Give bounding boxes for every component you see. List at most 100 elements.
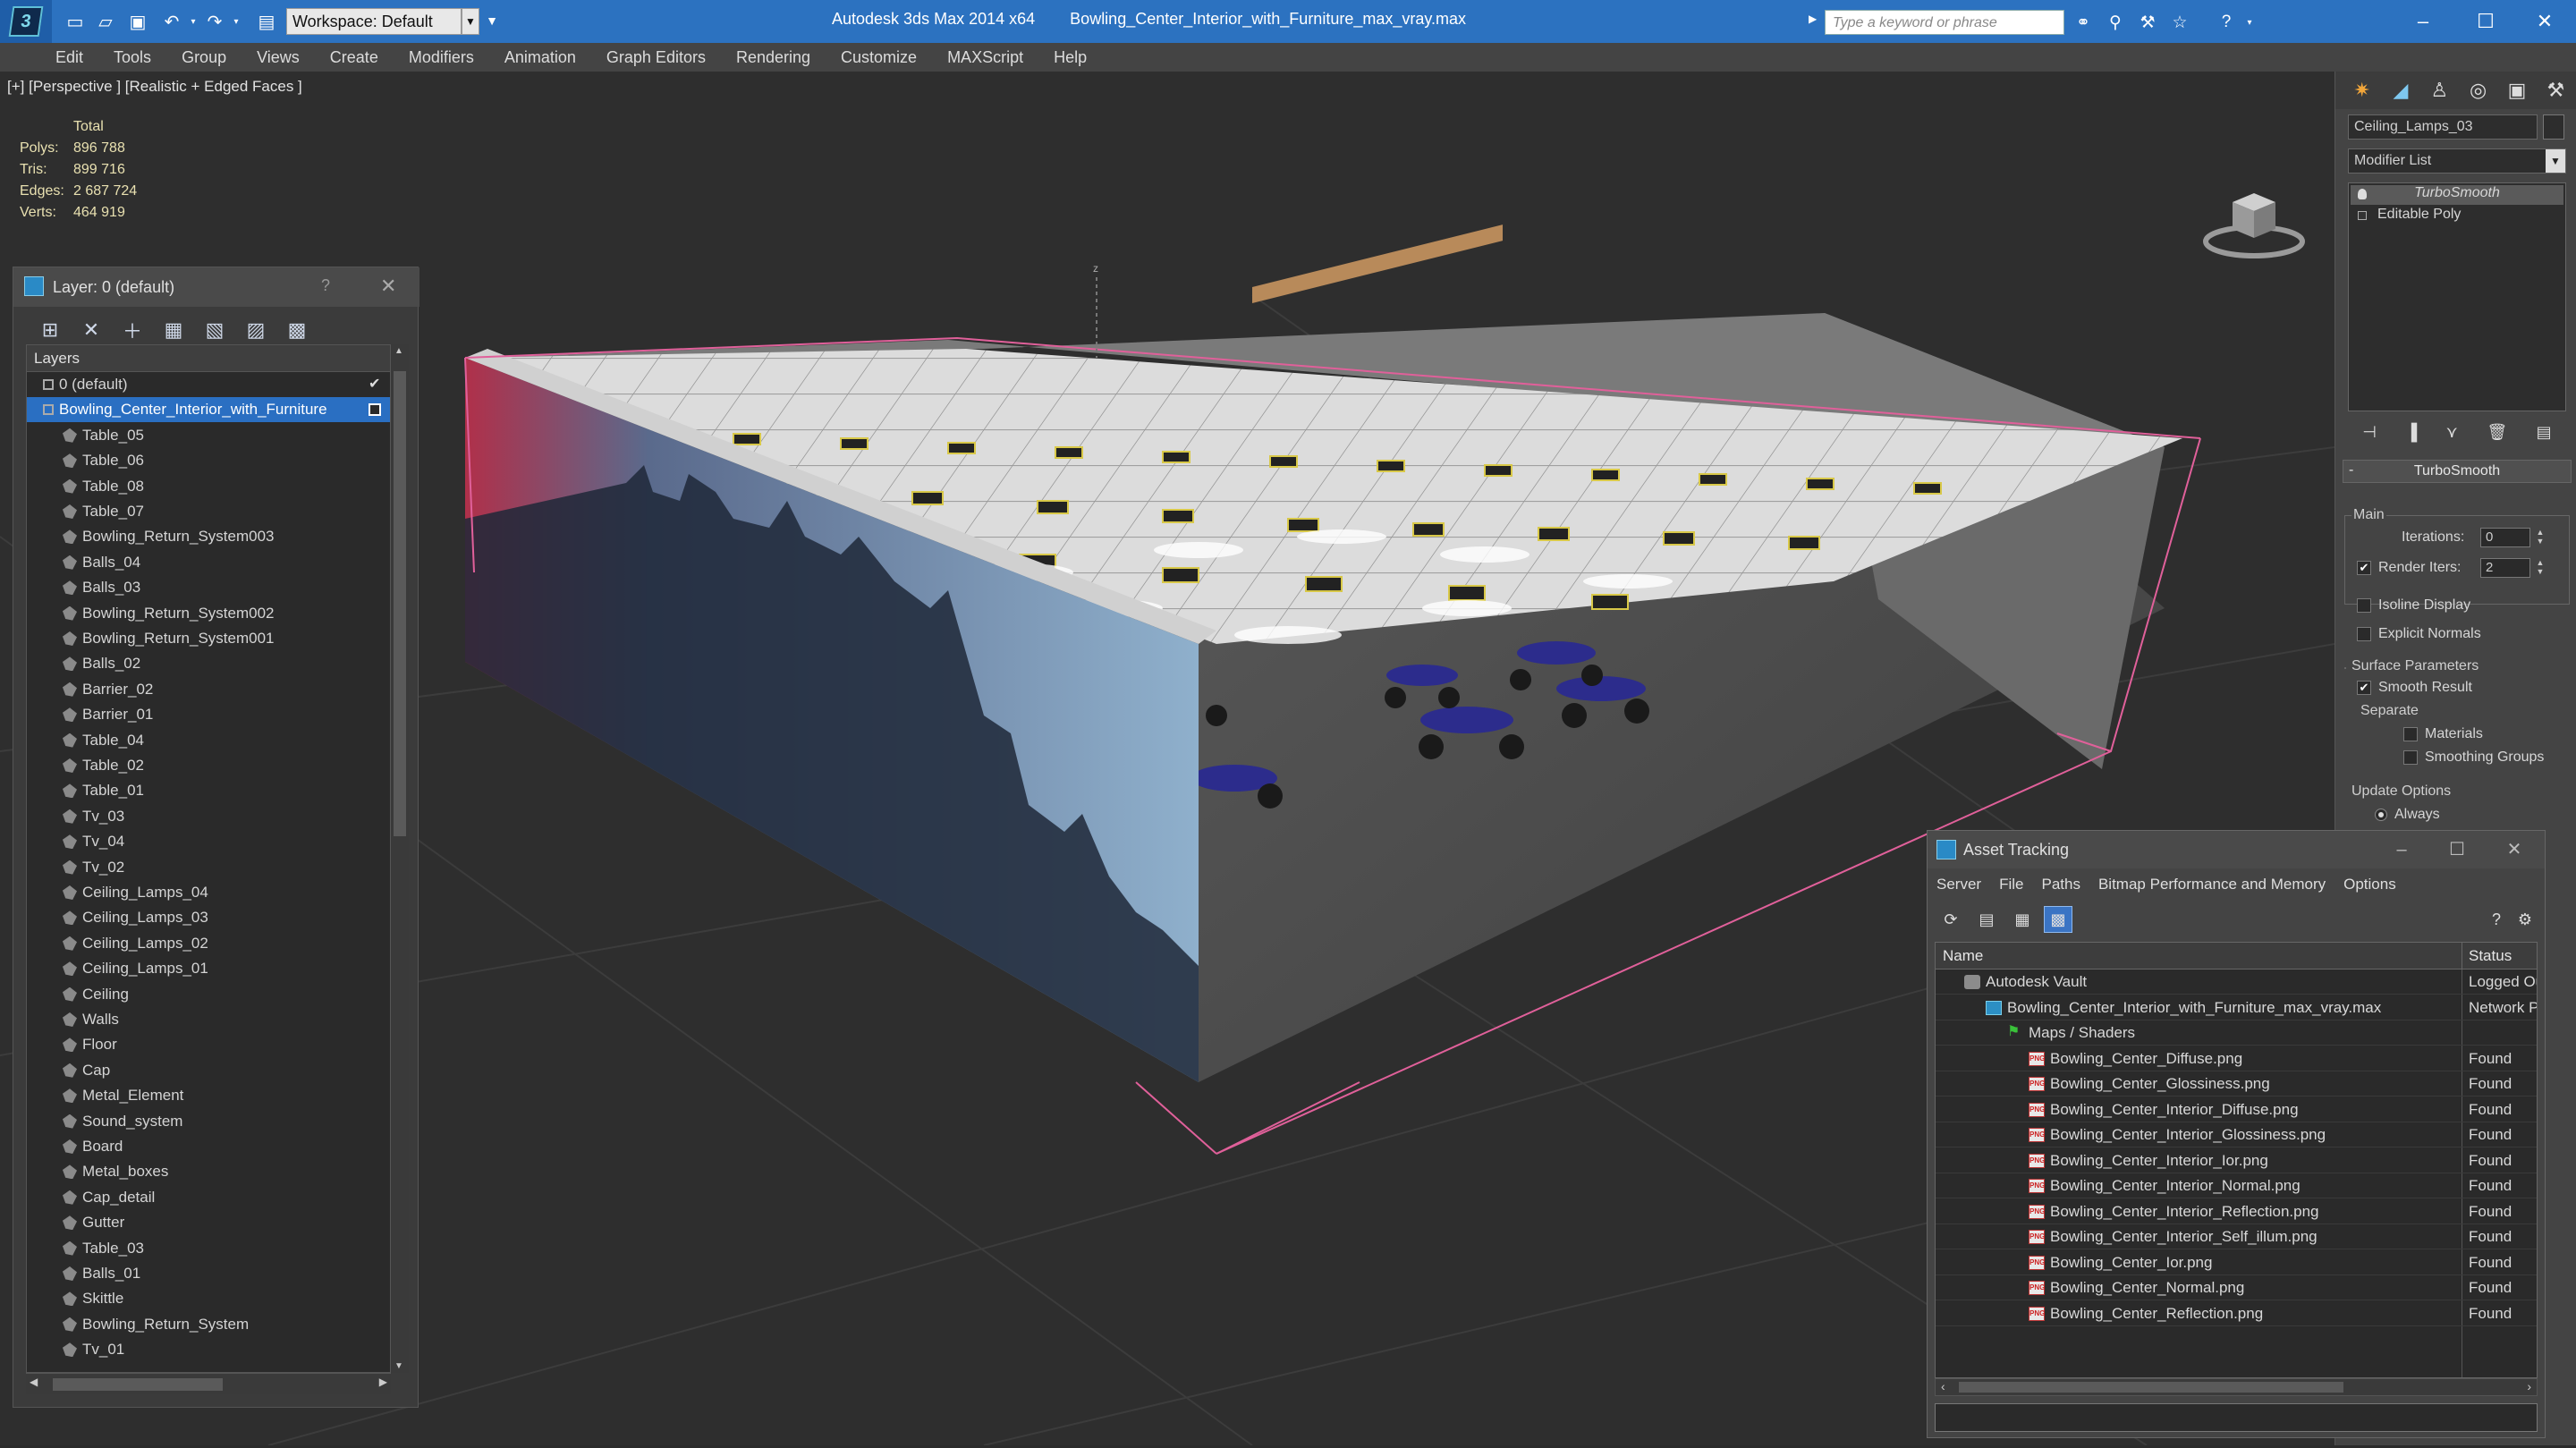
layer-close-button[interactable]: ✕ <box>380 275 396 298</box>
layer-object-row[interactable]: Board <box>27 1134 390 1159</box>
layer-object-row[interactable]: Sound_system <box>27 1109 390 1134</box>
configure-sets-icon[interactable]: ▤ <box>2537 423 2552 442</box>
list-view-icon[interactable]: ▤ <box>1972 906 2001 933</box>
asset-row[interactable]: PNG Bowling_Center_Glossiness.png Found <box>1936 1071 2537 1097</box>
settings-gear-icon[interactable]: ⚙ <box>2511 906 2539 933</box>
layer-object-row[interactable]: Table_06 <box>27 448 390 473</box>
workspace-select[interactable]: Workspace: Default <box>286 8 462 35</box>
layer-object-row[interactable]: Ceiling <box>27 982 390 1007</box>
explicit-normals-checkbox[interactable] <box>2357 627 2371 641</box>
modify-tab-icon[interactable]: ◢ <box>2383 75 2418 106</box>
delete-layer-icon[interactable]: ✕ <box>71 314 112 346</box>
layer-object-row[interactable]: Table_07 <box>27 499 390 524</box>
layer-object-row[interactable]: Gutter <box>27 1210 390 1235</box>
explicit-normals-row[interactable]: Explicit Normals <box>2357 626 2481 642</box>
asset-menu-file[interactable]: File <box>1999 876 2023 893</box>
layer-object-row[interactable]: Walls <box>27 1007 390 1032</box>
iterations-spinner[interactable]: 0 <box>2480 528 2530 547</box>
asset-close-button[interactable]: ✕ <box>2496 836 2532 863</box>
layer-object-row[interactable]: Table_05 <box>27 423 390 448</box>
layer-object-row[interactable]: Barrier_02 <box>27 677 390 702</box>
menu-animation[interactable]: Animation <box>504 48 576 67</box>
asset-row[interactable]: PNG Bowling_Center_Interior_Self_illum.pn… <box>1936 1224 2537 1249</box>
column-name-header[interactable]: Name <box>1943 947 1983 965</box>
layer-object-row[interactable]: Bowling_Return_System003 <box>27 524 390 549</box>
asset-row[interactable]: Autodesk Vault Logged Ou <box>1936 970 2537 995</box>
layer-object-row[interactable]: Tv_03 <box>27 804 390 829</box>
asset-row[interactable]: PNG Bowling_Center_Interior_Reflection.pn… <box>1936 1199 2537 1224</box>
quick-access-dropdown-icon[interactable]: ▼ <box>483 8 501 35</box>
materials-checkbox[interactable] <box>2403 727 2418 741</box>
layer-object-row[interactable]: Balls_04 <box>27 550 390 575</box>
column-status-header[interactable]: Status <box>2469 947 2512 965</box>
layer-object-row[interactable]: Metal_Element <box>27 1083 390 1108</box>
layer-object-row[interactable]: Bowling_Return_System001 <box>27 626 390 651</box>
layer-object-row[interactable]: Floor <box>27 1032 390 1057</box>
add-to-layer-icon[interactable]: ＋ <box>112 314 153 346</box>
object-color-swatch[interactable] <box>2543 114 2564 140</box>
layer-object-row[interactable]: Balls_01 <box>27 1261 390 1286</box>
save-file-icon[interactable]: ▣ <box>125 9 150 34</box>
layer-object-row[interactable]: Balls_02 <box>27 651 390 676</box>
asset-row[interactable]: PNG Bowling_Center_Diffuse.png Found <box>1936 1046 2537 1071</box>
isoline-row[interactable]: Isoline Display <box>2357 597 2470 614</box>
isoline-checkbox[interactable] <box>2357 598 2371 613</box>
always-row[interactable]: Always <box>2375 807 2440 823</box>
layer-object-row[interactable]: Table_01 <box>27 778 390 803</box>
select-objects-icon[interactable]: ▦ <box>153 314 194 346</box>
layer-object-row[interactable]: Barrier_01 <box>27 702 390 727</box>
stack-item-turbosmooth[interactable]: TurboSmooth <box>2351 185 2563 205</box>
menu-tools[interactable]: Tools <box>114 48 151 67</box>
menu-maxscript[interactable]: MAXScript <box>947 48 1023 67</box>
always-radio[interactable] <box>2375 809 2387 821</box>
help-dropdown-icon[interactable]: ▾ <box>2238 11 2261 34</box>
layer-help-button[interactable]: ? <box>321 276 330 295</box>
viewcube[interactable] <box>2200 182 2308 263</box>
highlight-layer-icon[interactable]: ▧ <box>194 314 235 346</box>
menu-rendering[interactable]: Rendering <box>736 48 810 67</box>
asset-menu-options[interactable]: Options <box>2343 876 2396 893</box>
layer-object-row[interactable]: Metal_boxes <box>27 1159 390 1184</box>
asset-row[interactable]: PNG Bowling_Center_Reflection.png Found <box>1936 1301 2537 1326</box>
menu-graph-editors[interactable]: Graph Editors <box>606 48 706 67</box>
asset-row[interactable]: Bowling_Center_Interior_with_Furniture_m… <box>1936 995 2537 1020</box>
open-file-icon[interactable]: ▱ <box>93 9 118 34</box>
layer-object-row[interactable]: Table_08 <box>27 474 390 499</box>
modifier-list-dropdown[interactable]: Modifier List ▼ <box>2348 148 2566 174</box>
scroll-thumb[interactable] <box>53 1378 223 1391</box>
asset-row[interactable]: PNG Bowling_Center_Interior_Ior.png Found <box>1936 1148 2537 1173</box>
smooth-result-row[interactable]: ✔ Smooth Result <box>2357 680 2472 696</box>
layer-object-row[interactable]: Ceiling_Lamps_01 <box>27 956 390 981</box>
layer-vertical-scrollbar[interactable]: ▲ ▼ <box>391 344 409 1373</box>
layer-object-row[interactable]: Ceiling_Lamps_04 <box>27 880 390 905</box>
menu-edit[interactable]: Edit <box>55 48 83 67</box>
scroll-left-icon[interactable]: ‹ <box>1941 1379 1945 1393</box>
layer-object-row[interactable]: Tv_01 <box>27 1337 390 1362</box>
new-file-icon[interactable]: ▭ <box>63 9 88 34</box>
asset-menu-bitmap-performance[interactable]: Bitmap Performance and Memory <box>2098 876 2326 893</box>
asset-row[interactable]: PNG Bowling_Center_Interior_Diffuse.png Fo… <box>1936 1097 2537 1122</box>
materials-row[interactable]: Materials <box>2403 726 2483 742</box>
asset-menu-server[interactable]: Server <box>1936 876 1981 893</box>
create-tab-icon[interactable]: ✷ <box>2344 75 2379 106</box>
layer-object-row[interactable]: Table_04 <box>27 728 390 753</box>
asset-path-field[interactable] <box>1935 1403 2538 1432</box>
menu-customize[interactable]: Customize <box>841 48 917 67</box>
menu-views[interactable]: Views <box>257 48 300 67</box>
minimize-button[interactable]: – <box>2392 0 2454 43</box>
asset-horizontal-scrollbar[interactable]: ‹ › <box>1935 1378 2538 1396</box>
app-logo-button[interactable]: 3 <box>0 0 52 43</box>
favorites-star-icon[interactable]: ☆ <box>2168 11 2191 34</box>
display-tab-icon[interactable]: ▣ <box>2499 75 2534 106</box>
layer-object-row[interactable]: Table_03 <box>27 1236 390 1261</box>
render-iters-spinner[interactable]: 2 <box>2480 558 2530 578</box>
layer-object-row[interactable]: Balls_03 <box>27 575 390 600</box>
asset-row[interactable]: PNG Bowling_Center_Interior_Normal.png Fou… <box>1936 1173 2537 1198</box>
redo-dropdown-icon[interactable]: ▾ <box>224 9 249 34</box>
render-iters-row[interactable]: ✔ Render Iters: <box>2357 560 2461 576</box>
hold-icon[interactable]: ▤ <box>254 9 279 34</box>
asset-tracking-titlebar[interactable]: Asset Tracking – ☐ ✕ <box>1928 831 2545 868</box>
freeze-all-layers-icon[interactable]: ▩ <box>276 314 318 346</box>
layer-row-selected[interactable]: Bowling_Center_Interior_with_Furniture <box>27 397 390 423</box>
layer-row-default[interactable]: 0 (default) ✔ <box>27 372 390 397</box>
